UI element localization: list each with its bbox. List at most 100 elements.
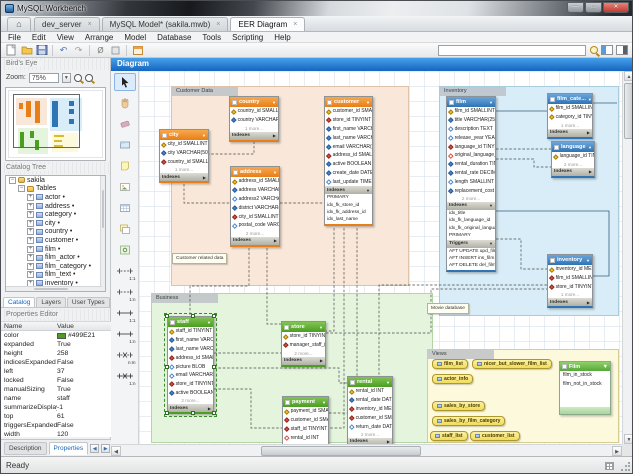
view-sales_by_store[interactable]: sales_by_store (432, 401, 485, 411)
document-tab[interactable]: MySQL Model* (sakila.mwb)× (102, 17, 229, 31)
column-row[interactable]: postal_code VARCH... (231, 221, 279, 230)
column-row[interactable]: last_update TIMEST... (325, 177, 372, 186)
document-tab[interactable]: EER Diagram× (230, 17, 305, 31)
property-row[interactable]: color#499E21 (1, 331, 111, 340)
panel-tab-layers[interactable]: Layers (36, 297, 66, 307)
tree-vertical-scrollbar[interactable] (100, 176, 105, 291)
view-actor_info[interactable]: actor_info (432, 374, 473, 384)
collapse-icon[interactable]: ▼ (386, 380, 390, 385)
collapse-icon[interactable]: ▼ (322, 400, 326, 405)
canvas-vertical-scrollbar[interactable]: ▲ ▼ (622, 71, 633, 444)
table-header[interactable]: language▼ (552, 142, 594, 152)
table-film[interactable]: film▼film_id SMALLINTtitle VARCHAR(255)d… (446, 96, 496, 272)
column-row[interactable]: store_id TINYINT (282, 332, 325, 341)
table-inventory[interactable]: inventory▼inventory_id MEDI...film_id SM… (547, 254, 593, 308)
collapse-icon[interactable]: ▼ (588, 145, 592, 150)
zoom-in-icon[interactable] (74, 74, 82, 82)
rel-11-id-tool[interactable]: 1:1 (114, 304, 136, 322)
collapse-icon[interactable]: ▼ (272, 100, 276, 105)
vscroll-thumb[interactable] (624, 83, 633, 139)
table-header[interactable]: address▼ (231, 167, 279, 177)
column-row[interactable]: create_date DATETI... (325, 169, 372, 178)
undo-icon[interactable]: ↶ (57, 44, 70, 56)
more-columns-label[interactable]: 2 more... (447, 195, 495, 202)
new-document-icon[interactable] (5, 44, 18, 56)
routine-item[interactable]: film_in_stock (560, 371, 610, 380)
tree-expander-icon[interactable]: + (27, 228, 34, 235)
open-folder-icon[interactable] (20, 44, 33, 56)
column-row[interactable]: first_name VARCHA... (325, 125, 372, 134)
column-row[interactable]: staff_id TINYINT (283, 425, 328, 434)
table-address[interactable]: address▼address_id SMALLINTaddress VARCH… (230, 166, 280, 247)
tree-item-actor[interactable]: +actor • (6, 193, 105, 202)
column-row[interactable]: picture BLOB (168, 362, 213, 371)
section-expand-icon[interactable]: ▼ (366, 188, 370, 193)
section-header-indexes[interactable]: Indexes▼ (325, 186, 372, 194)
column-row[interactable]: rental_duration TIN... (447, 160, 495, 169)
tree-horizontal-scrollbar[interactable] (6, 286, 102, 291)
column-row[interactable]: film_id SMALLINT (548, 104, 592, 113)
search-input[interactable] (438, 45, 586, 56)
view-sales_by_film_category[interactable]: sales_by_film_category (432, 416, 505, 426)
column-row[interactable]: active BOOLEAN (325, 160, 372, 169)
section-expand-icon[interactable]: ▶ (203, 175, 206, 180)
section-expand-icon[interactable]: ▶ (387, 439, 390, 444)
selection-handle[interactable] (165, 314, 169, 318)
property-row[interactable]: manualSizingTrue (1, 385, 111, 394)
rel-1n-existing-tool[interactable]: 1:n (114, 367, 136, 385)
tree-expander-icon[interactable]: + (27, 254, 34, 261)
minimize-button[interactable]: — (567, 2, 584, 13)
minimap-viewport[interactable] (13, 94, 80, 147)
note[interactable]: Movie database (427, 303, 469, 314)
column-row[interactable]: store_id TINYINT (325, 116, 372, 125)
tree-expander-icon[interactable]: + (27, 263, 34, 270)
hscroll-thumb[interactable] (261, 446, 421, 456)
table-customer[interactable]: customer▼customer_id SMALL...store_id TI… (324, 96, 373, 226)
property-row[interactable]: width120 (1, 430, 111, 437)
section-expand-icon[interactable]: ▶ (587, 130, 590, 135)
more-columns-label[interactable]: 2 more... (282, 350, 325, 357)
column-row[interactable]: original_language_i... (447, 151, 495, 160)
tree-expander-icon[interactable]: + (27, 237, 34, 244)
tree-expander-icon[interactable]: + (27, 246, 34, 253)
rel-11-tool[interactable]: 1:1 (114, 262, 136, 280)
section-item[interactable]: idx_fk_language_id (447, 217, 495, 224)
property-row[interactable]: top61 (1, 412, 111, 421)
table-store[interactable]: store▼store_id TINYINTmanager_staff_id .… (281, 321, 326, 367)
section-item[interactable]: AFT DELETE del_film (447, 262, 495, 269)
rel-nm-tool[interactable]: n:m (114, 346, 136, 364)
section-header-indexes[interactable]: Indexes▶ (552, 168, 594, 176)
menu-item-file[interactable]: File (8, 33, 21, 42)
menu-item-edit[interactable]: Edit (32, 33, 46, 42)
column-row[interactable]: first_name VARCH... (168, 336, 213, 345)
table-language[interactable]: language▼language_id TINY...2 more...Ind… (551, 141, 595, 178)
table-country[interactable]: country▼country_id SMALLINTcountry VARCH… (229, 96, 279, 142)
section-item[interactable]: idx_fk_store_id (325, 202, 372, 209)
more-columns-label[interactable]: 1 more... (230, 125, 278, 132)
column-row[interactable]: last_name VARCH... (168, 345, 213, 354)
canvas-horizontal-scrollbar[interactable]: ◀ ▶ (111, 444, 622, 456)
property-row[interactable]: lockedFalse (1, 376, 111, 385)
routine-group-tool[interactable] (114, 241, 136, 259)
section-item[interactable]: idx_title (447, 210, 495, 217)
view-customer_list[interactable]: customer_list (470, 431, 520, 441)
property-row[interactable]: left37 (1, 367, 111, 376)
table-rental[interactable]: rental▼rental_id INTrental_date DATE...i… (347, 376, 393, 444)
collapse-icon[interactable]: ▼ (273, 170, 277, 175)
collapse-icon[interactable]: ▼ (319, 325, 323, 330)
grid-snap-icon[interactable] (109, 44, 122, 56)
section-header-indexes[interactable]: Indexes▶ (282, 357, 325, 365)
view-nicer_but_slower_film_list[interactable]: nicer_but_slower_film_list (472, 359, 552, 369)
section-expand-icon[interactable]: ▼ (489, 203, 493, 208)
column-row[interactable]: film_id SMALLINT (548, 274, 592, 283)
column-row[interactable]: payment_id SMAL... (283, 407, 328, 416)
column-row[interactable]: email VARCHAR(50) (168, 371, 213, 380)
bottom-tab-properties[interactable]: Properties (49, 442, 89, 455)
collapse-icon[interactable]: ▼ (489, 100, 493, 105)
property-row[interactable]: expandedTrue (1, 340, 111, 349)
tree-expander-icon[interactable]: + (27, 220, 34, 227)
property-row[interactable]: summarizeDisplay-1 (1, 403, 111, 412)
zoom-dropdown-arrow[interactable]: ▼ (62, 73, 71, 83)
column-row[interactable]: manager_staff_id ... (282, 341, 325, 350)
column-row[interactable]: rental_date DATE... (348, 396, 392, 405)
